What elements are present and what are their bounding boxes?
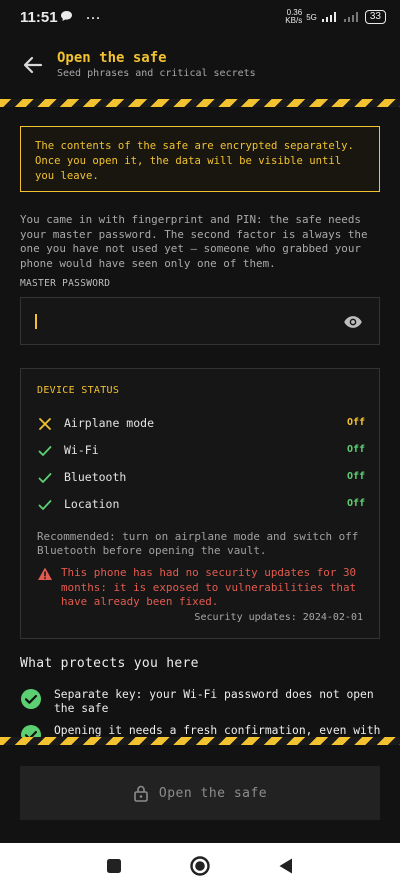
signal-icon xyxy=(321,12,336,22)
system-navigation-bar xyxy=(0,843,400,889)
page-title: Open the safe xyxy=(57,50,167,66)
status-bar: 11:51 ··· 0.36 KB/s 5G 33 xyxy=(0,0,400,36)
status-name: Wi-Fi xyxy=(64,443,99,457)
check-icon xyxy=(38,446,52,456)
status-name: Location xyxy=(64,497,120,511)
status-row-wifi: Wi-Fi Off xyxy=(37,442,365,460)
back-triangle-icon[interactable] xyxy=(275,855,297,877)
system-indicators: 0.36 KB/s 5G 33 xyxy=(285,9,386,25)
app-header: Open the safe Seed phrases and critical … xyxy=(0,36,400,98)
status-time: 11:51 xyxy=(20,9,58,26)
security-updates-date: Security updates: 2024-02-01 xyxy=(194,612,363,623)
status-value: Off xyxy=(346,417,365,428)
network-type: 5G xyxy=(306,12,317,22)
status-name: Airplane mode xyxy=(64,416,155,430)
lock-icon xyxy=(134,785,148,802)
protections-heading: What protects you here xyxy=(20,656,199,671)
back-arrow-icon[interactable] xyxy=(20,52,46,78)
status-value: Off xyxy=(346,444,365,455)
more-icon: ··· xyxy=(86,11,102,25)
master-password-label: MASTER PASSWORD xyxy=(20,278,111,289)
protection-text: Separate key: your Wi-Fi password does n… xyxy=(54,688,374,715)
bottom-action-area: Open the safe xyxy=(0,746,400,843)
open-safe-button[interactable]: Open the safe xyxy=(20,766,380,820)
signal-2-icon xyxy=(343,12,358,22)
warning-triangle-icon xyxy=(38,567,52,580)
protection-text: Opening it needs a fresh confirmation, e… xyxy=(54,724,381,737)
status-row-location: Location Off xyxy=(37,496,365,514)
hazard-stripe-bottom xyxy=(0,737,400,745)
check-icon xyxy=(38,500,52,510)
check-icon xyxy=(38,473,52,483)
encryption-warning: The contents of the safe are encrypted s… xyxy=(20,126,380,192)
device-status-card: DEVICE STATUS Airplane mode Off Wi-Fi Of… xyxy=(20,368,380,639)
page-subtitle: Seed phrases and critical secrets xyxy=(57,68,256,79)
network-speed: 0.36 KB/s xyxy=(285,8,303,25)
chat-icon xyxy=(61,11,72,21)
text-cursor xyxy=(35,314,37,329)
battery-indicator: 33 xyxy=(364,10,386,24)
notification-icons: ··· xyxy=(60,10,101,25)
status-value: Off xyxy=(346,471,365,482)
security-alert-text: This phone has had no security updates f… xyxy=(61,566,357,608)
show-password-icon[interactable] xyxy=(343,312,363,332)
home-circle-icon[interactable] xyxy=(189,855,211,877)
master-password-input[interactable] xyxy=(20,297,380,345)
intro-text: You came in with fingerprint and PIN: th… xyxy=(20,213,368,270)
x-icon xyxy=(39,418,51,430)
status-row-bluetooth: Bluetooth Off xyxy=(37,469,365,487)
recents-square-icon[interactable] xyxy=(103,855,125,877)
device-status-title: DEVICE STATUS xyxy=(37,385,120,396)
status-name: Bluetooth xyxy=(64,470,127,484)
hazard-stripe-top xyxy=(0,99,400,107)
check-circle-icon xyxy=(21,689,41,709)
open-safe-label: Open the safe xyxy=(158,785,268,801)
status-row-airplane-mode: Airplane mode Off xyxy=(37,415,365,433)
status-value: Off xyxy=(346,498,365,509)
recommendation-text: Recommended: turn on airplane mode and s… xyxy=(37,530,359,557)
